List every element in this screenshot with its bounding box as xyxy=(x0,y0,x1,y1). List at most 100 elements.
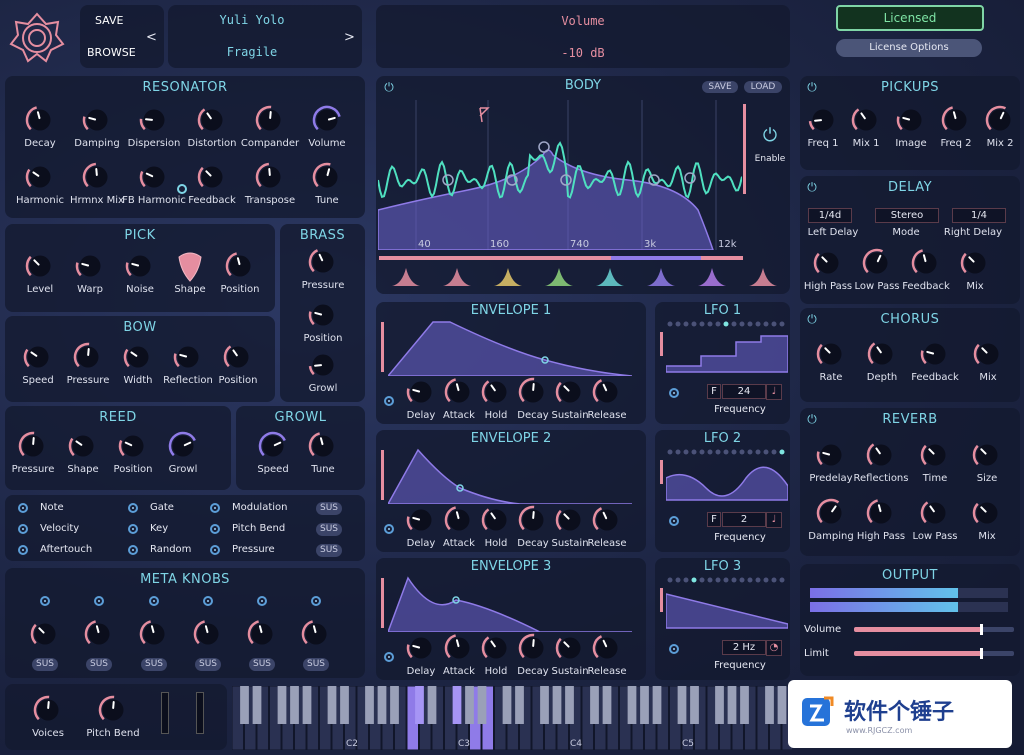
chorus-power-icon[interactable]: ⏻ xyxy=(805,312,819,326)
envelope-3-level-slider[interactable] xyxy=(381,578,384,628)
volume-slider[interactable] xyxy=(854,624,1014,635)
resonator-decay-knob[interactable] xyxy=(25,105,55,135)
resonator-dispersion-knob[interactable] xyxy=(139,105,169,135)
envelope-2-graph[interactable] xyxy=(386,448,632,506)
lfo-3-sync-icon[interactable]: ◔ xyxy=(766,640,782,656)
pickups-freq-2-knob[interactable] xyxy=(941,105,971,135)
resonator-transpose-knob[interactable] xyxy=(255,162,285,192)
delay-mix-knob[interactable] xyxy=(960,248,990,278)
pick-shape-icon[interactable] xyxy=(175,251,205,283)
bow-speed-knob[interactable] xyxy=(23,342,53,372)
delay-power-icon[interactable]: ⏻ xyxy=(805,180,819,194)
reed-pressure-knob[interactable] xyxy=(18,431,48,461)
pick-warp-knob[interactable] xyxy=(75,251,105,281)
growl-speed-knob[interactable] xyxy=(258,431,288,461)
envelope-2-sustain-knob[interactable] xyxy=(555,505,585,535)
mod-random-icon[interactable] xyxy=(128,545,138,555)
mod-gate-icon[interactable] xyxy=(128,503,138,513)
body-save-button[interactable]: SAVE xyxy=(702,81,738,93)
mod-velocity-icon[interactable] xyxy=(18,524,28,534)
meta-sus-button[interactable]: SUS xyxy=(195,658,221,671)
mod-sus-button[interactable]: SUS xyxy=(316,502,342,515)
chorus-rate-knob[interactable] xyxy=(816,339,846,369)
brass-growl-knob[interactable] xyxy=(308,350,338,380)
reverb-damping-knob[interactable] xyxy=(816,498,846,528)
resonator-volume-knob[interactable] xyxy=(312,105,342,135)
delay-low-pass-knob[interactable] xyxy=(862,248,892,278)
mod-modulation-icon[interactable] xyxy=(210,503,220,513)
delay-high-pass-knob[interactable] xyxy=(813,248,843,278)
chorus-mix-knob[interactable] xyxy=(973,339,1003,369)
lfo-3-graph[interactable] xyxy=(665,576,789,638)
reed-shape-knob[interactable] xyxy=(68,431,98,461)
lfo-2-value-field[interactable]: 2 xyxy=(722,512,766,527)
lfo-1-mode-field[interactable]: F xyxy=(707,384,721,399)
meta-mod-icon[interactable] xyxy=(311,596,321,606)
meta-knob-1-knob[interactable] xyxy=(30,619,60,649)
envelope-1-level-slider[interactable] xyxy=(381,322,384,372)
envelope-2-hold-knob[interactable] xyxy=(481,505,511,535)
lfo-3-level-slider[interactable] xyxy=(660,588,663,612)
reverb-high-pass-knob[interactable] xyxy=(866,498,896,528)
mod-wheel-slider[interactable] xyxy=(161,692,169,734)
resonator-fb-harmonic-knob[interactable] xyxy=(139,162,169,192)
mod-sus-button[interactable]: SUS xyxy=(316,544,342,557)
resonator-hrmnx-mix-knob[interactable] xyxy=(82,162,112,192)
envelope-2-release-knob[interactable] xyxy=(592,505,622,535)
mod-key-icon[interactable] xyxy=(128,524,138,534)
envelope-3-sustain-knob[interactable] xyxy=(555,633,585,663)
pitch-wheel-slider[interactable] xyxy=(196,692,204,734)
lfo-2-graph[interactable] xyxy=(665,448,789,510)
lfo-1-note-icon[interactable]: ♩ xyxy=(766,384,782,400)
body-range-bar[interactable] xyxy=(379,256,743,260)
resonator-harmonic-knob[interactable] xyxy=(25,162,55,192)
meta-mod-icon[interactable] xyxy=(203,596,213,606)
pickups-power-icon[interactable]: ⏻ xyxy=(805,80,819,94)
lfo-1-graph[interactable] xyxy=(665,320,789,382)
meta-sus-button[interactable]: SUS xyxy=(303,658,329,671)
meta-sus-button[interactable]: SUS xyxy=(86,658,112,671)
envelope-1-attack-knob[interactable] xyxy=(444,377,474,407)
meta-mod-icon[interactable] xyxy=(149,596,159,606)
lfo-2-mode-field[interactable]: F xyxy=(707,512,721,527)
delay-mode-field[interactable]: Stereo xyxy=(875,208,939,223)
envelope-1-mod-icon[interactable] xyxy=(384,396,394,406)
pick-position-knob[interactable] xyxy=(225,251,255,281)
keyboard[interactable]: C2 C3 C4 C5 xyxy=(232,686,792,750)
envelope-3-attack-knob[interactable] xyxy=(444,633,474,663)
body-enable-icon[interactable]: ⏻ xyxy=(760,126,780,146)
envelope-3-delay-knob[interactable] xyxy=(406,633,436,663)
pick-level-knob[interactable] xyxy=(25,251,55,281)
growl-tune-knob[interactable] xyxy=(308,431,338,461)
lfo-1-level-slider[interactable] xyxy=(660,332,663,356)
envelope-1-hold-knob[interactable] xyxy=(481,377,511,407)
bottom-pitch-bend-knob[interactable] xyxy=(98,695,128,725)
brass-position-knob[interactable] xyxy=(308,300,338,330)
save-preset-button[interactable]: SAVE xyxy=(95,14,123,27)
bow-position-knob[interactable] xyxy=(223,342,253,372)
reverb-reflections-knob[interactable] xyxy=(866,440,896,470)
reverb-mix-knob[interactable] xyxy=(972,498,1002,528)
body-load-button[interactable]: LOAD xyxy=(744,81,782,93)
bow-pressure-knob[interactable] xyxy=(73,342,103,372)
meta-knob-2-knob[interactable] xyxy=(84,619,114,649)
envelope-2-delay-knob[interactable] xyxy=(406,505,436,535)
reed-growl-knob[interactable] xyxy=(168,431,198,461)
brass-pressure-knob[interactable] xyxy=(308,247,338,277)
next-preset-button[interactable]: > xyxy=(344,30,355,45)
body-graph[interactable]: 40 160 740 3k 12k xyxy=(377,100,743,251)
lfo-3-value-field[interactable]: 2 Hz xyxy=(722,640,766,655)
limit-slider[interactable] xyxy=(854,648,1014,659)
right-delay-field[interactable]: 1/4 xyxy=(952,208,1006,223)
meta-knob-5-knob[interactable] xyxy=(247,619,277,649)
mod-pressure-icon[interactable] xyxy=(210,545,220,555)
pickups-mix-2-knob[interactable] xyxy=(985,105,1015,135)
envelope-1-graph[interactable] xyxy=(386,320,633,377)
envelope-2-attack-knob[interactable] xyxy=(444,505,474,535)
pick-noise-knob[interactable] xyxy=(125,251,155,281)
meta-mod-icon[interactable] xyxy=(40,596,50,606)
mod-sus-button[interactable]: SUS xyxy=(316,523,342,536)
pickups-freq-1-knob[interactable] xyxy=(808,105,838,135)
envelope-3-release-knob[interactable] xyxy=(592,633,622,663)
chorus-feedback-knob[interactable] xyxy=(920,339,950,369)
